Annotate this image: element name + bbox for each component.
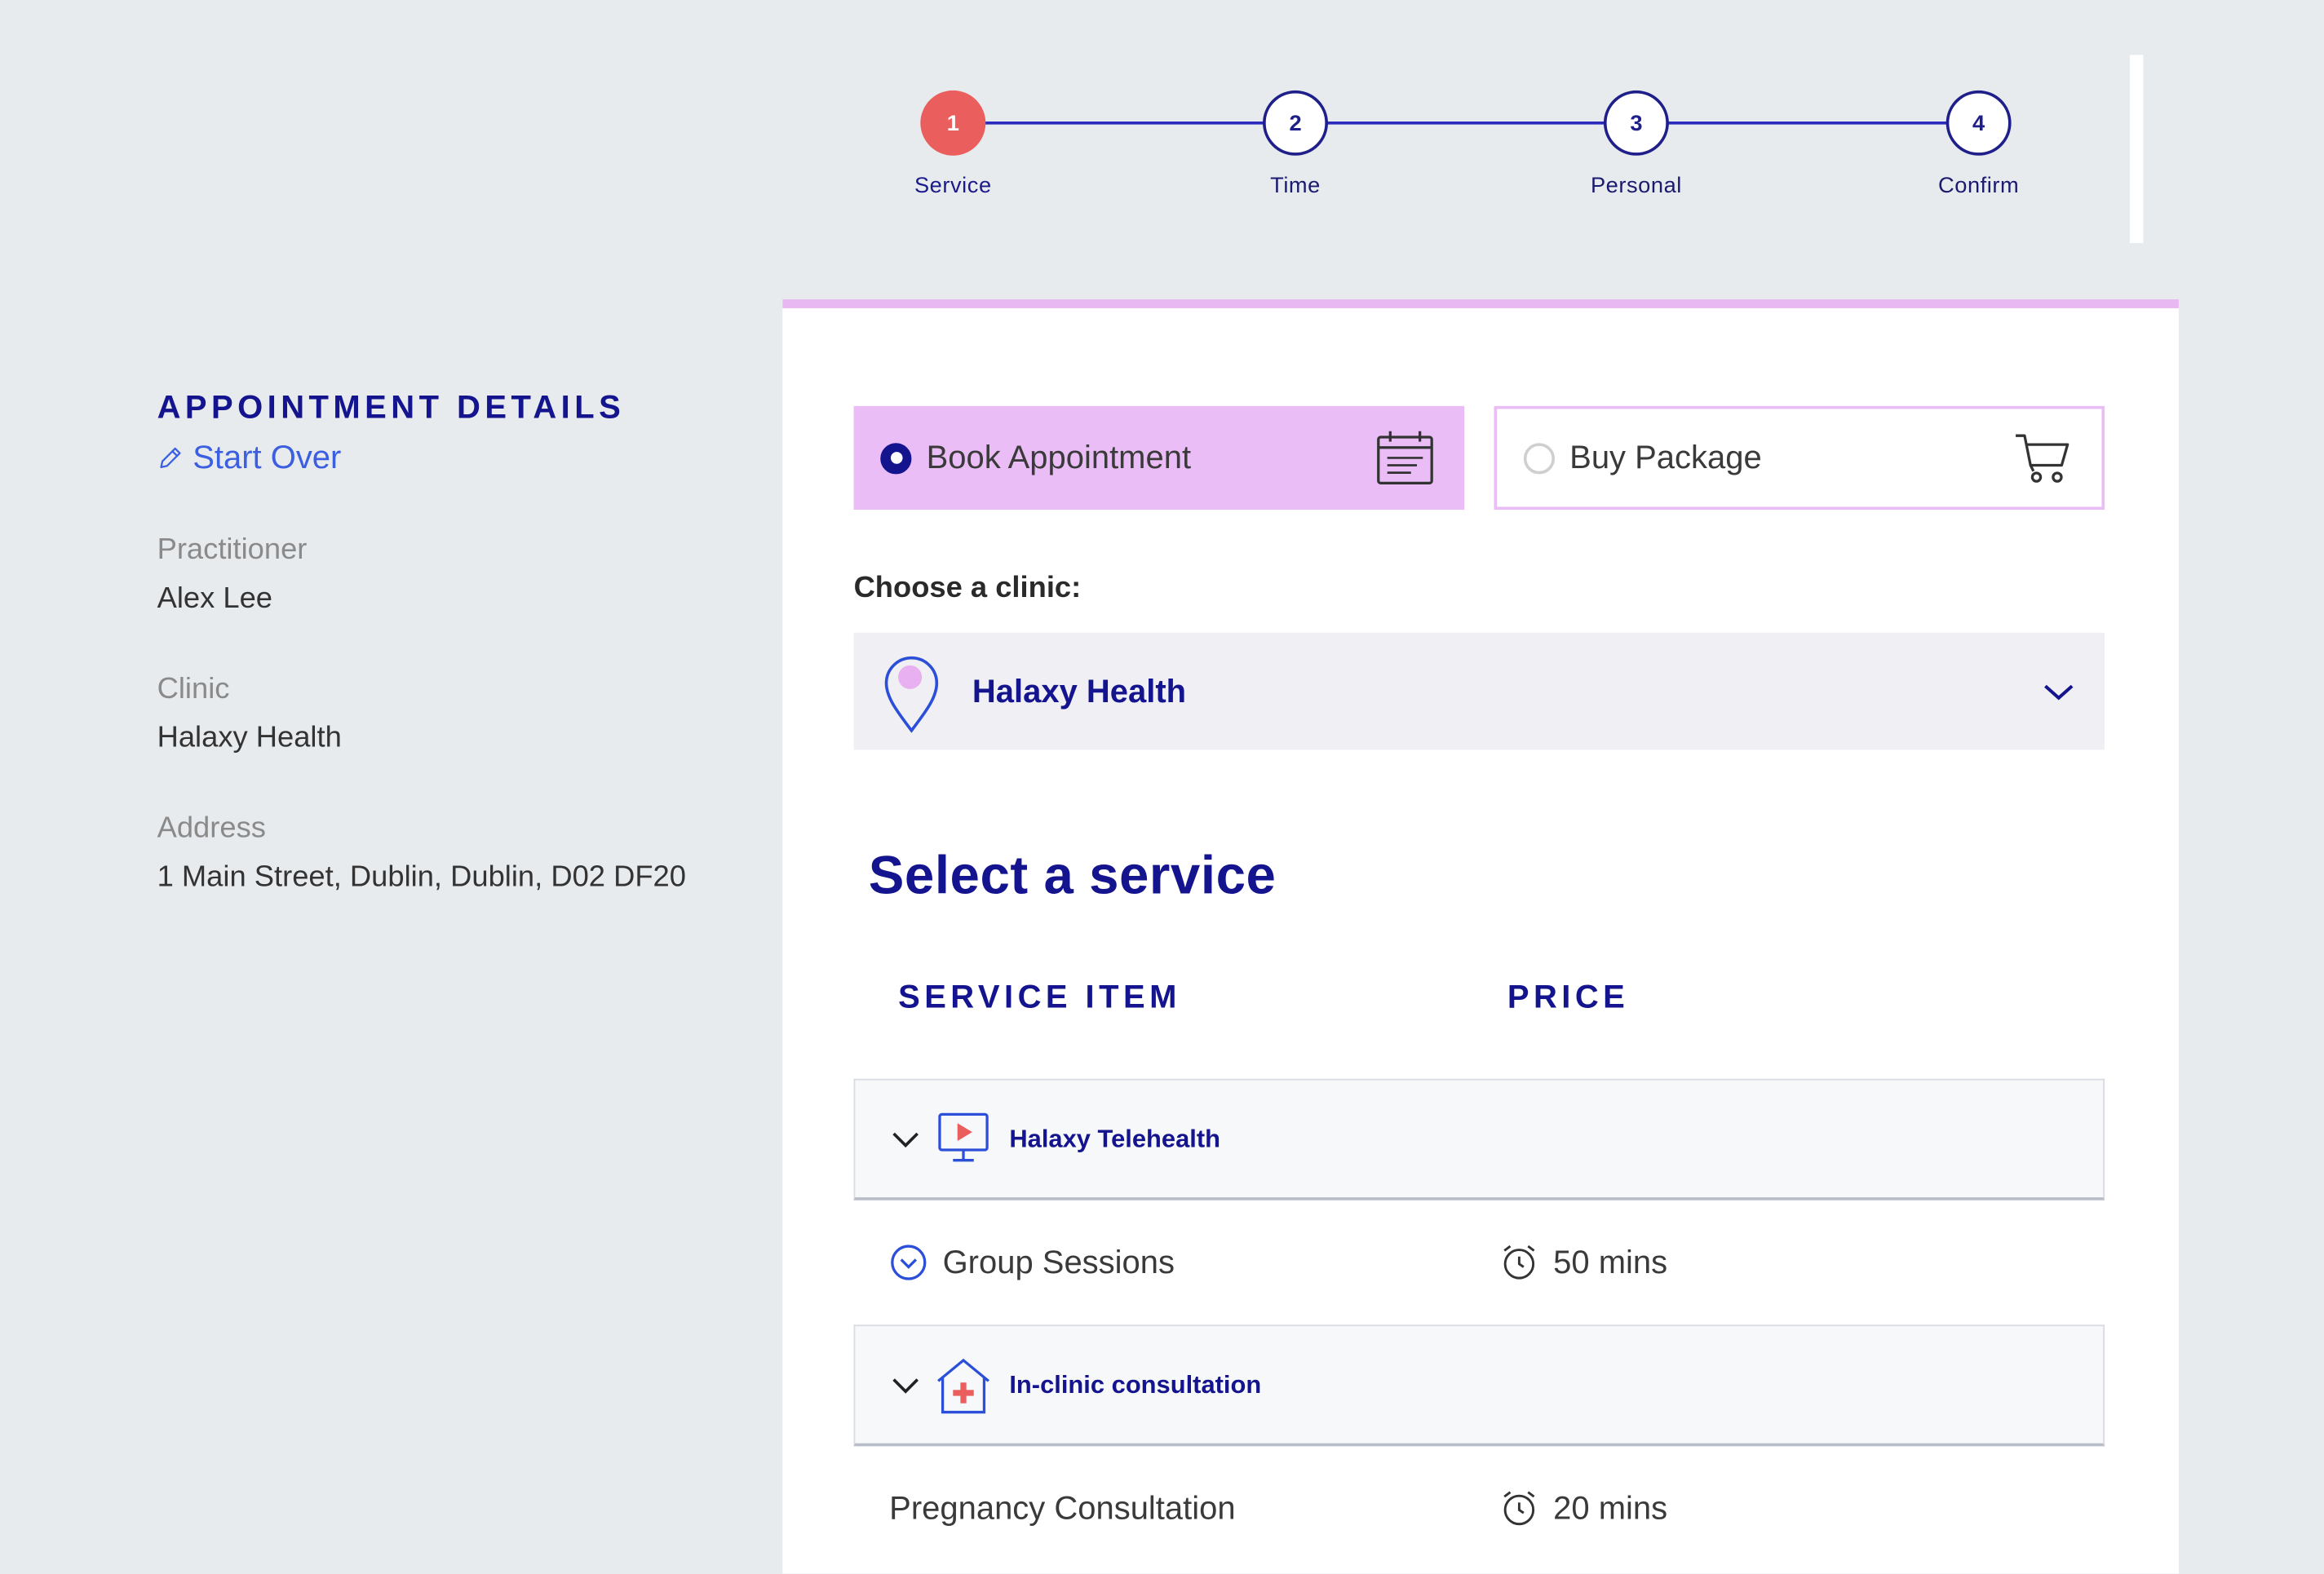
address-label: Address xyxy=(157,811,266,845)
telehealth-screen-icon xyxy=(938,1112,989,1161)
address-detail: Address 1 Main Street, Dublin, Dublin, D… xyxy=(157,812,750,895)
map-pin-icon xyxy=(884,656,939,732)
step-label: Time xyxy=(1270,173,1321,199)
start-over-label: Start Over xyxy=(193,438,342,476)
details-heading: APPOINTMENT DETAILS xyxy=(157,388,626,426)
clinic-value: Halaxy Health xyxy=(157,721,342,754)
service-group-telehealth[interactable]: Halaxy Telehealth xyxy=(853,1078,2105,1200)
group-label: In-clinic consultation xyxy=(1009,1369,1262,1399)
appointment-details-panel: APPOINTMENT DETAILS Start Over Practitio… xyxy=(157,388,750,895)
booking-page: 1 Service 2 Time 3 Personal 4 Confirm AP… xyxy=(0,0,2324,1574)
choose-clinic-label: Choose a clinic: xyxy=(853,572,1082,605)
duration-value: 50 mins xyxy=(1553,1243,1668,1280)
clinic-detail: Clinic Halaxy Health xyxy=(157,673,750,756)
step-label: Confirm xyxy=(1938,173,2020,199)
clinic-dropdown[interactable]: Halaxy Health xyxy=(853,632,2105,750)
stepper-line xyxy=(953,121,1979,125)
service-duration: 20 mins xyxy=(1500,1489,1667,1528)
clinic-label: Clinic xyxy=(157,672,230,705)
scrollbar[interactable] xyxy=(2129,55,2144,243)
step-label: Personal xyxy=(1590,173,1682,199)
step-service[interactable]: 1 Service xyxy=(887,90,1020,199)
selected-clinic: Halaxy Health xyxy=(972,671,1187,710)
service-row-group-sessions[interactable]: Group Sessions 50 mins xyxy=(854,1200,2105,1325)
practitioner-label: Practitioner xyxy=(157,533,308,567)
service-duration: 50 mins xyxy=(1500,1243,1667,1281)
step-number: 1 xyxy=(920,90,986,156)
service-group-in-clinic[interactable]: In-clinic consultation xyxy=(853,1324,2105,1447)
start-over-link[interactable]: Start Over xyxy=(157,439,750,477)
alarm-clock-icon xyxy=(1503,1491,1535,1526)
service-name: Pregnancy Consultation xyxy=(889,1489,1236,1527)
check-circle-icon[interactable] xyxy=(889,1243,927,1281)
step-personal[interactable]: 3 Personal xyxy=(1569,90,1703,199)
cart-icon xyxy=(2016,434,2069,483)
chevron-down-icon xyxy=(892,1377,919,1393)
book-appointment-option[interactable]: Book Appointment xyxy=(853,405,1465,511)
clinic-building-icon xyxy=(937,1357,989,1413)
step-number: 2 xyxy=(1263,90,1328,156)
step-confirm[interactable]: 4 Confirm xyxy=(1912,90,2046,199)
progress-stepper: 1 Service 2 Time 3 Personal 4 Confirm xyxy=(889,89,2045,207)
duration-value: 20 mins xyxy=(1553,1489,1668,1527)
buy-package-option[interactable]: Buy Package xyxy=(1494,405,2105,511)
book-radio[interactable] xyxy=(880,442,912,474)
service-name: Group Sessions xyxy=(942,1243,1175,1280)
chevron-down-icon xyxy=(892,1131,919,1147)
group-label: Halaxy Telehealth xyxy=(1009,1124,1221,1152)
step-number: 3 xyxy=(1603,90,1669,156)
pencil-icon xyxy=(160,447,181,469)
step-time[interactable]: 2 Time xyxy=(1228,90,1362,199)
section-title: Select a service xyxy=(868,844,1277,906)
step-number: 4 xyxy=(1946,90,2012,156)
address-value: 1 Main Street, Dublin, Dublin, D02 DF20 xyxy=(157,860,686,894)
alarm-clock-icon xyxy=(1503,1245,1535,1280)
step-label: Service xyxy=(914,173,992,199)
book-appointment-label: Book Appointment xyxy=(926,438,1192,476)
service-row-pregnancy-consultation[interactable]: Pregnancy Consultation 20 mins xyxy=(854,1446,2105,1571)
practitioner-detail: Practitioner Alex Lee xyxy=(157,533,750,617)
calendar-icon xyxy=(1377,431,1433,484)
buy-package-label: Buy Package xyxy=(1569,438,1762,476)
price-header: PRICE xyxy=(1507,978,1630,1015)
package-radio[interactable] xyxy=(1523,442,1555,474)
service-item-header: SERVICE ITEM xyxy=(898,978,1181,1015)
practitioner-value: Alex Lee xyxy=(157,582,273,616)
service-card: Book Appointment Buy Package Choose a cl… xyxy=(782,299,2179,1574)
chevron-down-icon xyxy=(2044,683,2074,700)
